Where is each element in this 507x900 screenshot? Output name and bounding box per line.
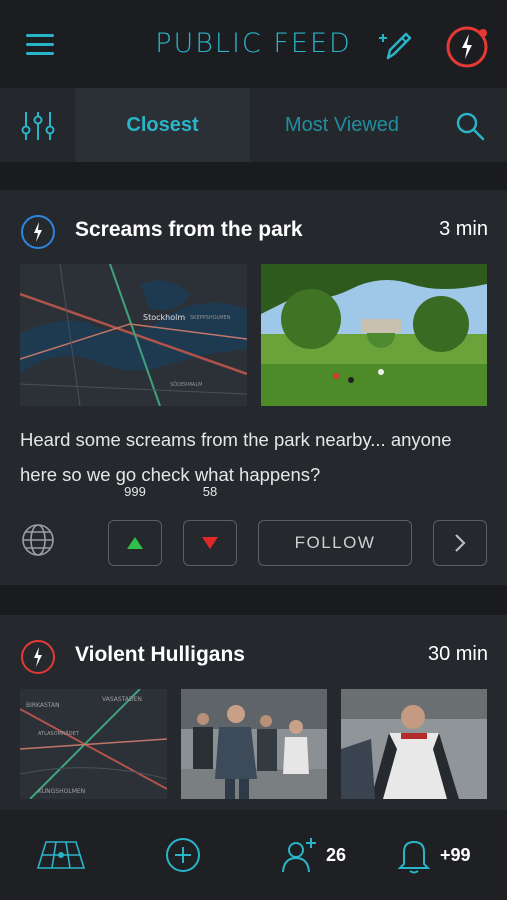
tab-closest[interactable]: Closest <box>75 88 250 162</box>
map-thumbnail[interactable]: BIRKASTAN VASASTADEN ATLASOMRÅDET KUNGSH… <box>20 689 167 799</box>
edit-pencil-icon[interactable] <box>378 28 414 64</box>
post-title[interactable]: Violent Hulligans <box>75 643 245 667</box>
post-title[interactable]: Screams from the park <box>75 218 303 242</box>
add-circle-icon <box>166 838 200 872</box>
follow-button[interactable]: FOLLOW <box>258 520 412 566</box>
post-text: Heard some screams from the park nearby.… <box>20 429 452 485</box>
upvote-button[interactable] <box>108 520 162 566</box>
running-man-photo[interactable] <box>341 689 487 799</box>
map-label: Stockholm <box>143 313 185 322</box>
sliders-icon[interactable] <box>20 108 56 144</box>
post-time: 30 min <box>427 643 488 665</box>
map-grid-icon <box>36 841 86 869</box>
post-card[interactable]: Screams from the park 3 min Stockholm SK… <box>0 190 507 585</box>
map-label: VASASTADEN <box>102 696 142 703</box>
tab-most-viewed[interactable]: Most Viewed <box>258 88 426 162</box>
downvote-count: 58 <box>202 484 218 499</box>
bottom-nav: 26 +99 <box>0 810 507 900</box>
tab-bar: Closest Most Viewed <box>0 88 507 162</box>
top-bar: PUBLIC FEED <box>0 0 507 88</box>
next-button[interactable] <box>433 520 487 566</box>
nav-map[interactable] <box>36 834 86 876</box>
nav-add[interactable] <box>164 834 202 876</box>
bell-icon <box>397 840 431 874</box>
map-label: ATLASOMRÅDET <box>38 730 80 737</box>
post-time: 3 min <box>439 218 488 240</box>
lightning-alert-icon[interactable] <box>444 24 490 70</box>
page-title: PUBLIC FEED <box>155 28 352 59</box>
search-icon[interactable] <box>454 110 486 142</box>
upvote-arrow-icon <box>127 537 143 549</box>
chevron-right-icon <box>455 534 466 552</box>
feed-list[interactable]: Screams from the park 3 min Stockholm SK… <box>0 162 507 810</box>
post-card[interactable]: Violent Hulligans 30 min BIRKASTAN VASAS… <box>0 615 507 810</box>
running-people-photo[interactable] <box>181 689 327 799</box>
notifications-count: +99 <box>440 844 471 865</box>
map-label: BIRKASTAN <box>26 702 60 709</box>
lightning-type-icon <box>20 639 56 675</box>
map-thumbnail[interactable]: Stockholm SKEPPSHOLMEN SÖDERMALM <box>20 264 247 406</box>
add-user-icon <box>282 838 316 873</box>
upvote-count: 999 <box>124 484 146 499</box>
downvote-arrow-icon <box>202 537 218 549</box>
map-label: KUNGSHOLMEN <box>38 788 85 795</box>
map-label: SÖDERMALM <box>170 381 202 388</box>
lightning-type-icon <box>20 214 56 250</box>
globe-icon[interactable] <box>20 522 56 558</box>
park-photo[interactable] <box>261 264 487 406</box>
contacts-count: 26 <box>326 844 347 865</box>
downvote-button[interactable] <box>183 520 237 566</box>
map-label: SKEPPSHOLMEN <box>190 315 231 321</box>
nav-notifications[interactable]: +99 <box>396 834 471 876</box>
nav-contacts[interactable]: 26 <box>280 834 346 876</box>
